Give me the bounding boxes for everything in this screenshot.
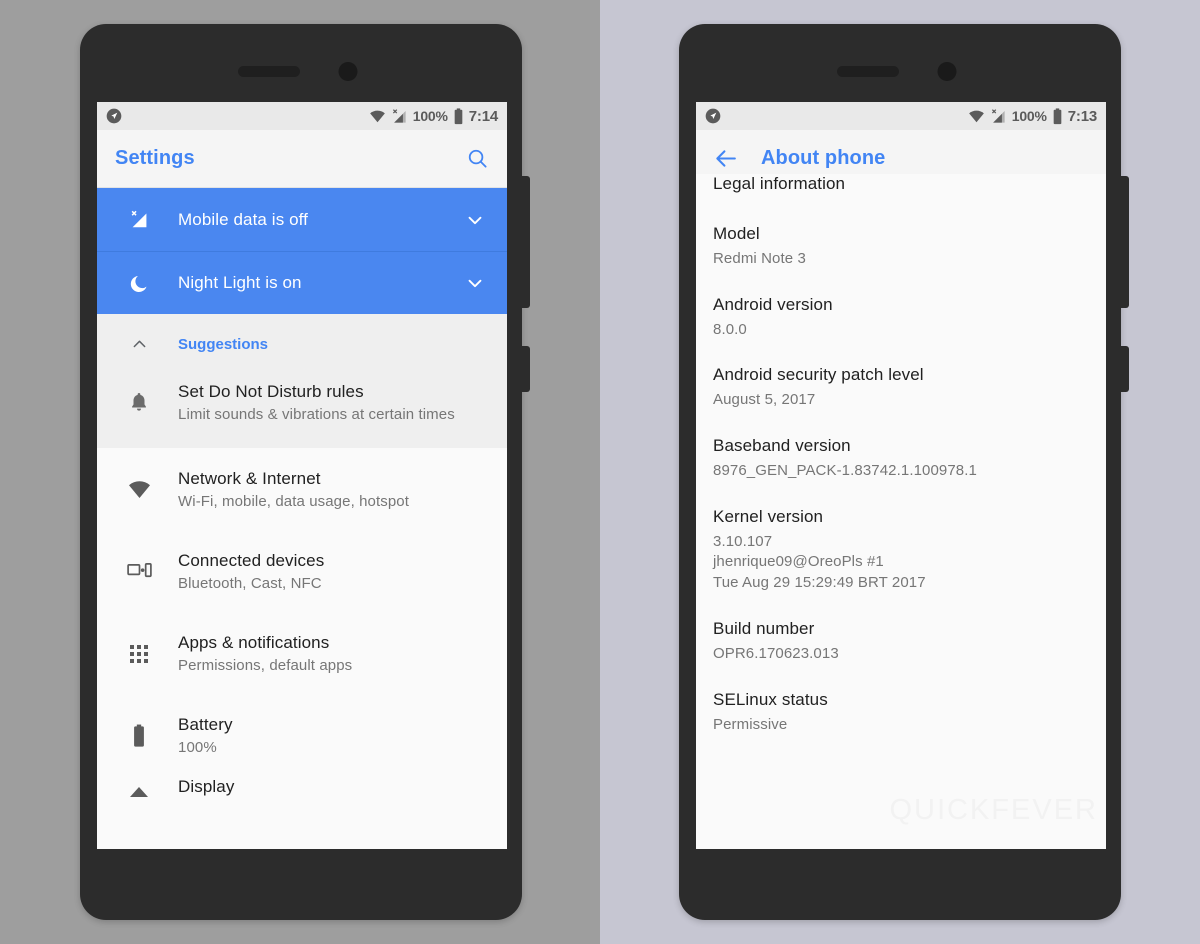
settings-item-subtitle: Wi-Fi, mobile, data usage, hotspot	[178, 492, 410, 510]
earpiece-speaker-icon	[837, 66, 899, 77]
moon-icon	[114, 273, 164, 294]
watermark: QUICKFEVER	[889, 794, 1098, 826]
info-label: Android version	[713, 294, 833, 314]
suggestions-section: Suggestions Set Do Not Disturb rules Lim…	[97, 314, 507, 448]
settings-item-subtitle: Bluetooth, Cast, NFC	[178, 575, 322, 592]
banner-mobile-data[interactable]: Mobile data is off	[97, 188, 507, 251]
battery-percent-label: 100%	[412, 108, 448, 124]
suggestion-subtitle: Limit sounds & vibrations at certain tim…	[178, 405, 455, 423]
settings-item-title: Network & Internet	[178, 468, 321, 488]
banner-night-light[interactable]: Night Light is on	[97, 251, 507, 314]
battery-percent-label: 100%	[1011, 108, 1047, 124]
settings-item-apps[interactable]: Apps & notifications Permissions, defaul…	[97, 612, 507, 694]
banner-label: Mobile data is off	[178, 209, 309, 229]
info-label: Legal information	[713, 174, 846, 193]
cellular-no-data-icon	[391, 108, 408, 124]
wifi-icon	[369, 109, 386, 123]
suggestions-label: Suggestions	[178, 335, 269, 353]
settings-item-display[interactable]: Display	[97, 776, 507, 816]
connected-devices-icon	[114, 562, 164, 581]
info-item-security-patch[interactable]: Android security patch level August 5, 2…	[696, 365, 1106, 411]
status-bar-clock: 7:13	[1067, 107, 1097, 125]
volume-button[interactable]	[520, 176, 530, 308]
earpiece-speaker-icon	[238, 66, 300, 77]
phone-mockup-left: 100% 7:14 Settings Mobile data is off Ni…	[80, 24, 530, 920]
info-label: Baseband version	[713, 436, 851, 456]
info-value: 8976_GEN_PACK-1.83742.1.100978.1	[713, 462, 977, 480]
info-label: Build number	[713, 618, 815, 638]
info-item-baseband-version[interactable]: Baseband version 8976_GEN_PACK-1.83742.1…	[696, 436, 1106, 482]
chevron-down-icon[interactable]	[464, 272, 490, 294]
settings-item-title: Display	[178, 777, 235, 796]
info-item-android-version[interactable]: Android version 8.0.0	[696, 295, 1106, 341]
settings-item-subtitle: 100%	[178, 739, 217, 756]
info-value: Permissive	[713, 715, 788, 733]
settings-item-title: Apps & notifications	[178, 633, 330, 652]
settings-item-title: Connected devices	[178, 551, 325, 570]
screenshot-root: 100% 7:14 Settings Mobile data is off Ni…	[0, 0, 1200, 944]
battery-full-icon	[1052, 107, 1063, 125]
banner-label: Night Light is on	[178, 273, 302, 292]
info-value: Redmi Note 3	[713, 250, 806, 267]
info-value: OPR6.170623.013	[713, 644, 839, 662]
info-label: Kernel version	[713, 506, 824, 526]
info-item-model[interactable]: Model Redmi Note 3	[696, 224, 1106, 270]
settings-item-battery[interactable]: Battery 100%	[97, 694, 507, 776]
cellular-no-data-icon	[114, 210, 164, 229]
power-button[interactable]	[520, 346, 530, 392]
about-phone-list[interactable]: Legal information Model Redmi Note 3 And…	[696, 174, 1106, 835]
settings-action-bar: Settings	[97, 130, 507, 188]
chevron-up-icon[interactable]	[114, 335, 164, 354]
settings-item-network[interactable]: Network & Internet Wi-Fi, mobile, data u…	[97, 448, 507, 530]
status-bar-clock: 7:14	[468, 107, 498, 125]
wifi-icon	[114, 479, 164, 499]
cellular-no-data-icon	[990, 108, 1007, 124]
phone-mockup-right: 100% 7:13 About phone Legal information …	[679, 24, 1129, 920]
info-item-legal-information[interactable]: Legal information	[696, 174, 1106, 194]
info-value: 3.10.107 jhenrique09@OreoPls #1 Tue Aug …	[713, 532, 926, 592]
page-title: About phone	[761, 147, 886, 169]
battery-full-icon	[453, 107, 464, 125]
front-camera-icon	[338, 62, 358, 81]
info-label: Model	[713, 224, 760, 243]
apps-grid-icon	[114, 643, 164, 665]
search-icon[interactable]	[466, 147, 489, 170]
wifi-icon	[968, 109, 985, 123]
settings-list: Network & Internet Wi-Fi, mobile, data u…	[97, 448, 507, 816]
info-label: Android security patch level	[713, 365, 924, 385]
right-status-bar: 100% 7:13	[696, 102, 1106, 130]
chevron-down-icon[interactable]	[464, 209, 490, 231]
location-arrow-icon	[705, 108, 721, 124]
front-camera-icon	[937, 62, 957, 81]
display-icon	[114, 777, 164, 801]
info-item-build-number[interactable]: Build number OPR6.170623.013	[696, 619, 1106, 665]
info-item-kernel-version[interactable]: Kernel version 3.10.107 jhenrique09@Oreo…	[696, 507, 1106, 594]
suggestion-title: Set Do Not Disturb rules	[178, 381, 364, 401]
volume-button[interactable]	[1119, 176, 1129, 308]
info-value: August 5, 2017	[713, 391, 816, 409]
info-label: SELinux status	[713, 689, 828, 709]
right-phone-screen: 100% 7:13 About phone Legal information …	[696, 102, 1106, 849]
suggestions-header[interactable]: Suggestions	[97, 322, 507, 366]
settings-item-subtitle: Permissions, default apps	[178, 657, 353, 674]
left-phone-screen: 100% 7:14 Settings Mobile data is off Ni…	[97, 102, 507, 849]
page-title: Settings	[115, 147, 195, 169]
suggestion-item-dnd[interactable]: Set Do Not Disturb rules Limit sounds & …	[97, 366, 507, 438]
arrow-left-icon[interactable]	[714, 146, 739, 171]
info-item-selinux-status[interactable]: SELinux status Permissive	[696, 690, 1106, 736]
location-arrow-icon	[106, 108, 122, 124]
power-button[interactable]	[1119, 346, 1129, 392]
info-value: 8.0.0	[713, 320, 747, 338]
settings-item-connected-devices[interactable]: Connected devices Bluetooth, Cast, NFC	[97, 530, 507, 612]
settings-item-title: Battery	[178, 715, 233, 734]
battery-icon	[114, 724, 164, 748]
left-status-bar: 100% 7:14	[97, 102, 507, 130]
bell-icon	[114, 391, 164, 413]
